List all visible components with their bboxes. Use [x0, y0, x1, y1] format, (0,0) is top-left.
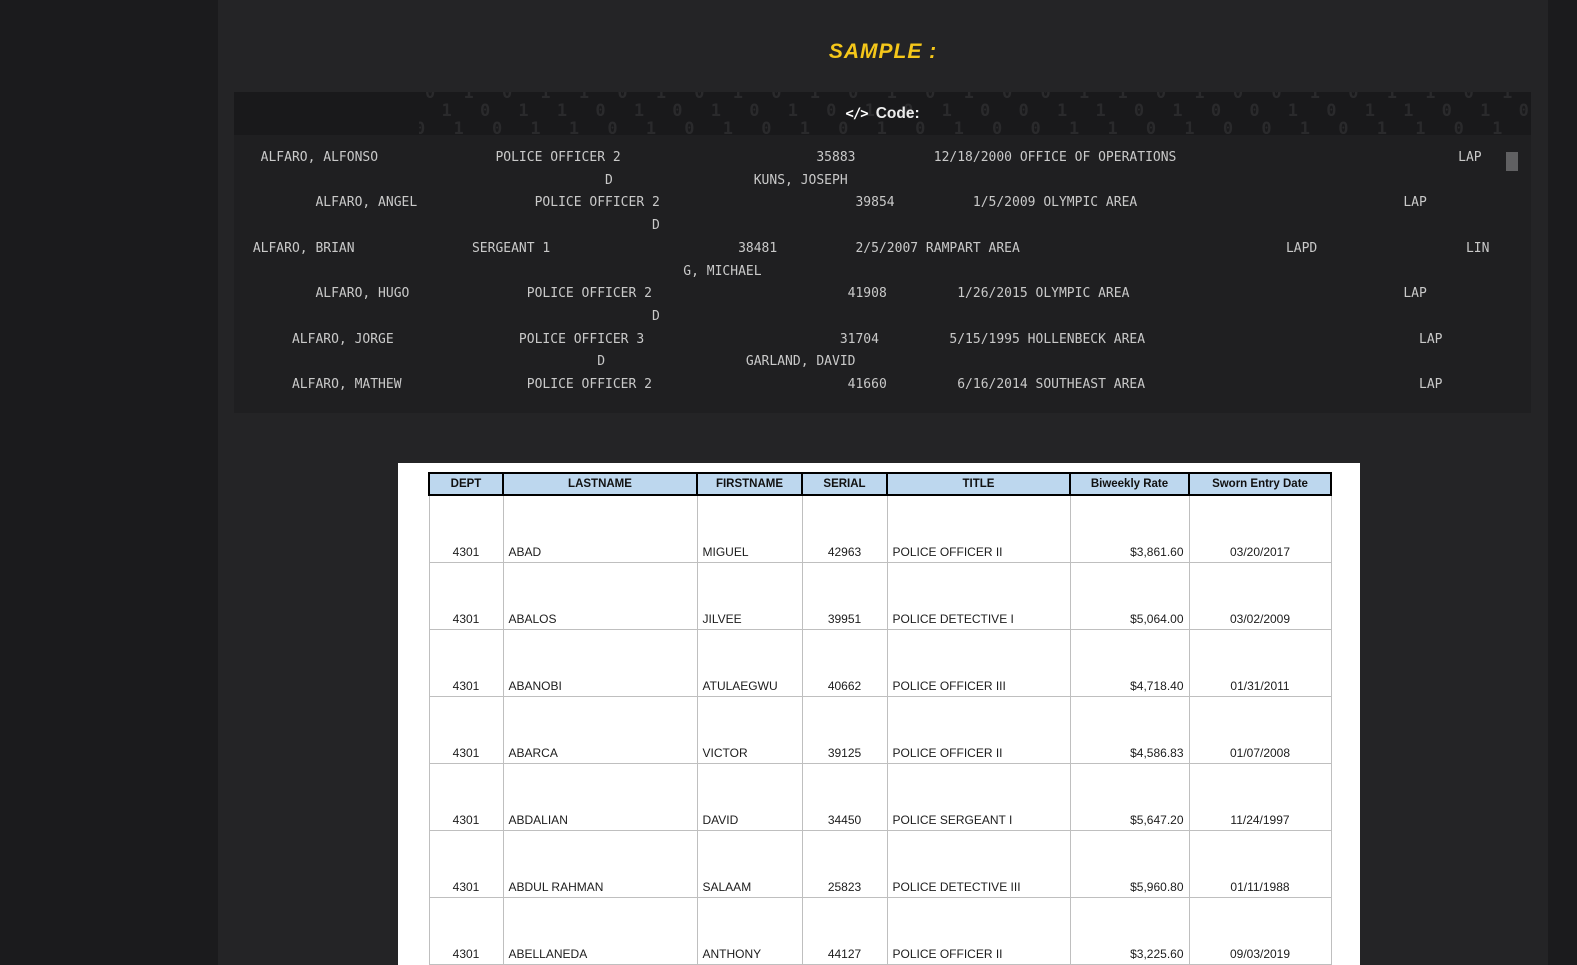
table-cell: POLICE OFFICER II	[886, 897, 1071, 965]
table-row: 4301 ABALOS JILVEE 39951 POLICE DETECTIVE I $…	[428, 562, 1332, 630]
column-header: Sworn Entry Date	[1188, 472, 1332, 496]
table-cell: ABARCA	[502, 696, 698, 764]
column-header: FIRSTNAME	[696, 472, 803, 496]
table-row: 4301 ABELLANEDA ANTHONY 44127 POLICE OFFICER…	[428, 897, 1332, 965]
table-cell: ABAD	[502, 494, 698, 563]
table-cell: SALAAM	[696, 830, 803, 898]
table-cell: ABANOBI	[502, 629, 698, 697]
column-header: Biweekly Rate	[1069, 472, 1190, 496]
table-cell: 4301	[428, 897, 504, 965]
table-cell: 03/20/2017	[1188, 494, 1332, 563]
table-cell: MIGUEL	[696, 494, 803, 563]
code-panel-header: 0 1 0 1 1 0 1 0 1 0 1 0 1 0 1 0 0 1 1 0 …	[234, 92, 1531, 135]
table-cell: POLICE OFFICER II	[886, 494, 1071, 563]
table-cell: $4,718.40	[1069, 629, 1190, 697]
page: SAMPLE : 0 1 0 1 1 0 1 0 1 0 1 0 1 0 1 0…	[0, 0, 1577, 965]
table-cell: VICTOR	[696, 696, 803, 764]
code-text: ALFARO, ALFONSO POLICE OFFICER 2 35883 1…	[252, 150, 1490, 393]
spreadsheet-image: DEPT LASTNAME FIRSTNAME SERIAL TITLE Biweekly…	[398, 463, 1360, 965]
table-cell: 01/31/2011	[1188, 629, 1332, 697]
table-row: 4301 ABDALIAN DAVID 34450 POLICE SERGEANT I $…	[428, 763, 1332, 831]
code-panel-title: </> Code:	[234, 92, 1531, 135]
column-header: SERIAL	[801, 472, 888, 496]
code-block: ALFARO, ALFONSO POLICE OFFICER 2 35883 1…	[234, 135, 1531, 413]
table-cell: POLICE SERGEANT I	[886, 763, 1071, 831]
table-cell: 34450	[801, 763, 888, 831]
table-cell: JILVEE	[696, 562, 803, 630]
column-header: LASTNAME	[502, 472, 698, 496]
code-icon: </>	[845, 105, 868, 122]
table-cell: 44127	[801, 897, 888, 965]
table-cell: 39951	[801, 562, 888, 630]
table-cell: ANTHONY	[696, 897, 803, 965]
table-cell: POLICE OFFICER III	[886, 629, 1071, 697]
table-cell: 4301	[428, 763, 504, 831]
table-cell: 4301	[428, 830, 504, 898]
code-panel: 0 1 0 1 1 0 1 0 1 0 1 0 1 0 1 0 0 1 1 0 …	[234, 92, 1531, 413]
table-cell: $5,960.80	[1069, 830, 1190, 898]
table-cell: $5,647.20	[1069, 763, 1190, 831]
table-cell: 42963	[801, 494, 888, 563]
vertical-scrollbar-thumb[interactable]	[1506, 152, 1518, 171]
table-cell: $3,225.60	[1069, 897, 1190, 965]
table-row: 4301 ABAD MIGUEL 42963 POLICE OFFICER II $3,8…	[428, 494, 1332, 563]
table-cell: 4301	[428, 629, 504, 697]
table-cell: 25823	[801, 830, 888, 898]
table-cell: 4301	[428, 562, 504, 630]
table-cell: 03/02/2009	[1188, 562, 1332, 630]
table-cell: 01/11/1988	[1188, 830, 1332, 898]
table-cell: 01/07/2008	[1188, 696, 1332, 764]
table-cell: DAVID	[696, 763, 803, 831]
table-cell: POLICE DETECTIVE I	[886, 562, 1071, 630]
table-cell: $3,861.60	[1069, 494, 1190, 563]
table-cell: $4,586.83	[1069, 696, 1190, 764]
table-row: 4301 ABANOBI ATULAEGWU 40662 POLICE OFFICER …	[428, 629, 1332, 697]
roster-table: DEPT LASTNAME FIRSTNAME SERIAL TITLE Biweekly…	[428, 472, 1332, 965]
table-cell: 4301	[428, 494, 504, 563]
table-cell: POLICE DETECTIVE III	[886, 830, 1071, 898]
column-header: TITLE	[886, 472, 1071, 496]
content-column: SAMPLE : 0 1 0 1 1 0 1 0 1 0 1 0 1 0 1 0…	[218, 0, 1548, 965]
table-cell: 4301	[428, 696, 504, 764]
code-panel-label: Code:	[875, 104, 920, 122]
table-cell: 09/03/2019	[1188, 897, 1332, 965]
table-cell: $5,064.00	[1069, 562, 1190, 630]
table-row: 4301 ABDUL RAHMAN SALAAM 25823 POLICE DETECT…	[428, 830, 1332, 898]
table-cell: POLICE OFFICER II	[886, 696, 1071, 764]
table-cell: ABELLANEDA	[502, 897, 698, 965]
table-cell: ABDALIAN	[502, 763, 698, 831]
table-header-row: DEPT LASTNAME FIRSTNAME SERIAL TITLE Biweekly…	[428, 472, 1332, 496]
table-cell: ABDUL RAHMAN	[502, 830, 698, 898]
sample-heading: SAMPLE :	[828, 40, 938, 63]
table-row: 4301 ABARCA VICTOR 39125 POLICE OFFICER II $4…	[428, 696, 1332, 764]
table-cell: 39125	[801, 696, 888, 764]
table-cell: 11/24/1997	[1188, 763, 1332, 831]
column-header: DEPT	[428, 472, 504, 496]
table-cell: ATULAEGWU	[696, 629, 803, 697]
table-cell: 40662	[801, 629, 888, 697]
table-cell: ABALOS	[502, 562, 698, 630]
